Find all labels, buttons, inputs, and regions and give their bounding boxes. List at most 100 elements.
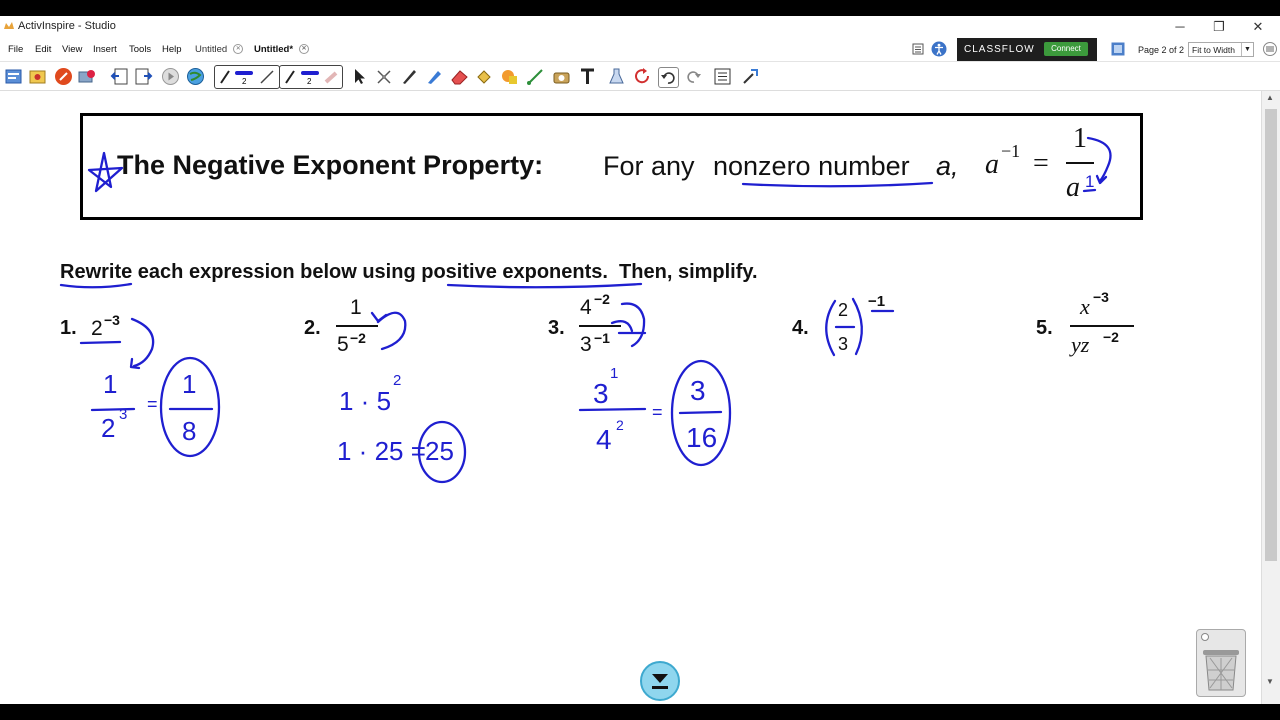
eraser-icon[interactable]: [450, 67, 469, 86]
notes-icon[interactable]: [912, 43, 924, 55]
menu-view[interactable]: View: [62, 44, 82, 55]
vertical-scrollbar[interactable]: ▲ ▼: [1261, 91, 1280, 704]
scroll-down-icon[interactable]: ▼: [1266, 677, 1274, 686]
redo-icon[interactable]: [684, 67, 703, 86]
page-browser-icon[interactable]: [1111, 42, 1125, 56]
close-button[interactable]: ✕: [1240, 16, 1276, 38]
minimize-button[interactable]: ─: [1162, 16, 1198, 38]
instruction-middle: each expression below using: [132, 261, 422, 283]
toolbox-icon[interactable]: [713, 67, 732, 86]
page-down-icon: [652, 674, 668, 689]
connector-icon[interactable]: [526, 67, 545, 86]
customize-toolbar-icon[interactable]: [741, 67, 760, 86]
menu-insert[interactable]: Insert: [93, 44, 117, 55]
formula-denominator: a: [1066, 172, 1080, 203]
formula-base: a: [985, 149, 999, 180]
scrollbar-thumb[interactable]: [1265, 109, 1277, 561]
select-arrow-icon[interactable]: [350, 67, 369, 86]
play-icon[interactable]: [161, 67, 180, 86]
property-nonzero-text: nonzero number: [713, 151, 910, 181]
next-page-icon[interactable]: [134, 67, 153, 86]
trash-can-icon[interactable]: [1196, 629, 1246, 697]
instruction-end: . Then, simplify.: [602, 261, 758, 283]
problem-1-arrow: [130, 317, 155, 368]
clear-icon[interactable]: [607, 67, 626, 86]
underline-positive-exponents: [446, 282, 643, 289]
work-2-answer: 25: [425, 436, 454, 466]
problem-5-num-exponent: −3: [1093, 289, 1109, 305]
formula-numerator: 1: [1073, 123, 1087, 154]
dashboard-icon[interactable]: [28, 67, 47, 86]
problem-3-arrow: [620, 302, 646, 348]
problem-3-num-base: 4: [580, 296, 592, 319]
problem-5-den: yz: [1071, 332, 1090, 357]
menu-tools[interactable]: Tools: [129, 44, 151, 55]
work-3-answer-num: 3: [690, 375, 706, 406]
menu-help[interactable]: Help: [162, 44, 182, 55]
more-options-icon[interactable]: [1263, 42, 1277, 56]
problem-2-number: 2.: [304, 317, 321, 339]
tab-label: Untitled*: [254, 44, 294, 55]
work-3-den-base: 4: [596, 424, 612, 455]
zoom-select[interactable]: Fit to Width ▼: [1188, 42, 1254, 57]
instruction-rewrite: Rewrite: [60, 261, 133, 283]
resources-icon[interactable]: [78, 67, 97, 86]
problem-4-exponent: −1: [868, 293, 886, 310]
problem-4-bottom: 3: [838, 334, 849, 354]
formula-fraction-bar: [1066, 162, 1094, 164]
fill-icon[interactable]: [475, 67, 494, 86]
restore-button[interactable]: ❐: [1201, 16, 1237, 38]
menu-edit[interactable]: Edit: [35, 44, 51, 55]
camera-icon[interactable]: [552, 67, 571, 86]
pen-tool-icon[interactable]: [400, 67, 419, 86]
problem-5-fraction-bar: [1070, 325, 1134, 327]
menu-file[interactable]: File: [8, 44, 23, 55]
previous-page-icon[interactable]: [110, 67, 129, 86]
activinspire-logo-icon: [4, 22, 14, 29]
work-1-numerator: 1: [103, 369, 118, 399]
zoom-value: Fit to Width: [1192, 45, 1235, 55]
problem-2-den-base: 5: [337, 333, 349, 356]
work-3-num-base: 3: [593, 378, 609, 409]
work-2-line1-exponent: 2: [393, 372, 402, 389]
connect-button[interactable]: Connect: [1044, 42, 1088, 56]
tab-untitled[interactable]: Untitled ✕: [195, 44, 244, 55]
undo-icon[interactable]: [658, 67, 679, 88]
handwritten-exponent: 1: [1085, 172, 1095, 191]
problem-2-arrow: [376, 311, 407, 351]
instruction: Rewrite each expression below using posi…: [60, 261, 758, 284]
tab-close-icon[interactable]: ✕: [233, 44, 244, 55]
work-3-num-exponent: 1: [610, 365, 619, 382]
work-3-den-exponent: 2: [616, 417, 624, 433]
problem-5-number: 5.: [1036, 317, 1053, 339]
work-3-answer-den: 16: [686, 422, 718, 453]
pen-width-label: 2: [242, 77, 247, 86]
marquee-select-icon[interactable]: [375, 67, 394, 86]
formula-equals: =: [1033, 148, 1049, 179]
property-box: The Negative Exponent Property: For any …: [80, 113, 1143, 220]
tab-close-icon[interactable]: ✕: [299, 44, 310, 55]
problem-3-den-base: 3: [580, 333, 592, 356]
pen-icon[interactable]: [217, 67, 277, 87]
next-page-button[interactable]: [640, 661, 680, 701]
reset-page-icon[interactable]: [633, 67, 652, 86]
web-browser-icon[interactable]: [186, 67, 205, 86]
underline-rewrite: [59, 282, 133, 289]
work-2-line2: 1 · 25 =: [337, 436, 426, 466]
property-variable: a,: [936, 151, 959, 181]
flipchart-canvas[interactable]: The Negative Exponent Property: For any …: [0, 91, 1261, 704]
scroll-up-icon[interactable]: ▲: [1266, 93, 1274, 102]
problem-4-right-paren: [851, 297, 863, 356]
highlighter-tool-group: 2: [279, 65, 343, 89]
problem-5-num-base: x: [1080, 294, 1090, 319]
problem-2-numerator: 1: [350, 296, 362, 319]
stop-icon[interactable]: [54, 67, 73, 86]
accessibility-icon[interactable]: [931, 41, 947, 57]
main-menu-icon[interactable]: [4, 67, 23, 86]
problem-1-exponent: −3: [104, 312, 120, 328]
tab-untitled-active[interactable]: Untitled* ✕: [254, 44, 310, 55]
text-icon[interactable]: [578, 67, 597, 86]
shape-icon[interactable]: [500, 67, 519, 86]
highlighter-tool-icon[interactable]: [425, 67, 444, 86]
work-1-den-base: 2: [101, 413, 116, 443]
